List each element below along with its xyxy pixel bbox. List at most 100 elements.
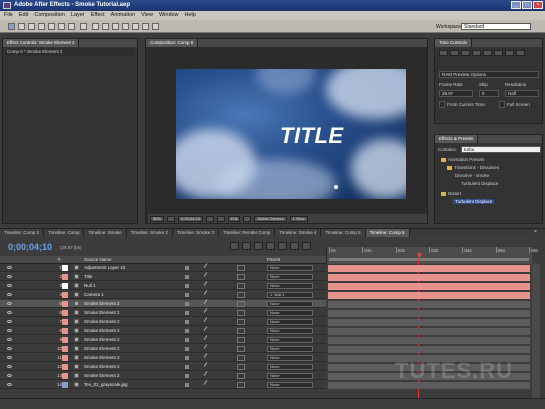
zoom-dropdown[interactable]: 50% bbox=[150, 215, 165, 222]
eye-icon[interactable] bbox=[7, 347, 12, 350]
layer-row[interactable]: 7 Smoke Element 2 None bbox=[0, 317, 545, 326]
quality-switch-icon[interactable] bbox=[203, 344, 208, 349]
eye-icon[interactable] bbox=[7, 293, 12, 296]
menu-view[interactable]: View bbox=[141, 12, 153, 20]
layer-row[interactable]: 3 Null 1 None bbox=[0, 281, 545, 290]
pen-tool-icon[interactable] bbox=[102, 23, 109, 30]
shy-switch-icon[interactable] bbox=[185, 302, 189, 306]
3d-layer-switch[interactable] bbox=[237, 328, 245, 334]
maximize-button[interactable]: □ bbox=[522, 1, 532, 9]
eye-icon[interactable] bbox=[7, 365, 12, 368]
layer-duration-bar[interactable] bbox=[328, 319, 530, 326]
region-of-interest-icon[interactable] bbox=[243, 215, 252, 222]
shy-switch-icon[interactable] bbox=[185, 383, 189, 387]
parent-dropdown[interactable]: None bbox=[267, 310, 313, 316]
3d-layer-switch[interactable] bbox=[237, 319, 245, 325]
effects-search-input[interactable]: turbu bbox=[461, 146, 541, 153]
effects-presets-tab[interactable]: Effects & Presets bbox=[435, 135, 479, 143]
label-color-swatch[interactable] bbox=[62, 373, 68, 379]
parent-dropdown[interactable]: None bbox=[267, 328, 313, 334]
previous-frame-icon[interactable] bbox=[450, 50, 459, 56]
label-color-swatch[interactable] bbox=[62, 346, 68, 352]
eraser-tool-icon[interactable] bbox=[142, 23, 149, 30]
channel-icon[interactable] bbox=[216, 215, 225, 222]
close-button[interactable]: × bbox=[533, 1, 543, 9]
timeline-tab[interactable]: Timeline: Smoke bbox=[84, 229, 127, 237]
tree-turbulent-displace-preset[interactable]: Turbulent Displace bbox=[461, 181, 498, 186]
eye-icon[interactable] bbox=[7, 311, 12, 314]
3d-layer-switch[interactable] bbox=[237, 292, 245, 298]
layer-row[interactable]: 9 Smoke Element 2 None bbox=[0, 335, 545, 344]
comp-mini-flowchart-icon[interactable] bbox=[230, 242, 239, 250]
timeline-tab[interactable]: Timeline: Comp 5 bbox=[321, 229, 366, 237]
timeline-tab[interactable]: Timeline: Smoke 3 bbox=[172, 229, 220, 237]
label-color-swatch[interactable] bbox=[62, 319, 68, 325]
parent-dropdown[interactable]: None bbox=[267, 274, 313, 280]
live-update-icon[interactable] bbox=[242, 242, 251, 250]
type-tool-icon[interactable] bbox=[112, 23, 119, 30]
shy-switch-icon[interactable] bbox=[185, 365, 189, 369]
parent-dropdown[interactable]: 1. Null 1 bbox=[267, 292, 313, 298]
workspace-dropdown[interactable]: Standard bbox=[461, 23, 531, 30]
tree-dissolve-smoke[interactable]: Dissolve - smoke bbox=[455, 173, 489, 178]
eye-icon[interactable] bbox=[7, 356, 12, 359]
parent-dropdown[interactable]: None bbox=[267, 283, 313, 289]
shy-switch-icon[interactable] bbox=[185, 329, 189, 333]
orbit-camera-tool-icon[interactable] bbox=[48, 23, 55, 30]
layer-duration-bar[interactable] bbox=[328, 301, 530, 308]
menu-layer[interactable]: Layer bbox=[71, 12, 85, 20]
timeline-tab-active[interactable]: Timeline: Comp 6 bbox=[365, 229, 410, 237]
layer-name[interactable]: Smoke Element 2 bbox=[84, 364, 120, 369]
clone-stamp-tool-icon[interactable] bbox=[132, 23, 139, 30]
loop-icon[interactable] bbox=[505, 50, 514, 56]
first-frame-icon[interactable] bbox=[439, 50, 448, 56]
quality-switch-icon[interactable] bbox=[203, 281, 208, 286]
menu-file[interactable]: File bbox=[4, 12, 13, 20]
puppet-tool-icon[interactable] bbox=[152, 23, 159, 30]
quality-switch-icon[interactable] bbox=[203, 326, 208, 331]
menu-composition[interactable]: Composition bbox=[34, 12, 65, 20]
layer-name[interactable]: Smoke Element 2 bbox=[84, 337, 120, 342]
layer-name[interactable]: Smoke Element 2 bbox=[84, 355, 120, 360]
menu-animation[interactable]: Animation bbox=[111, 12, 135, 20]
timeline-tab[interactable]: Timeline: Smoke 4 bbox=[275, 229, 322, 237]
label-color-swatch[interactable] bbox=[62, 292, 68, 298]
label-color-swatch[interactable] bbox=[62, 310, 68, 316]
label-color-swatch[interactable] bbox=[62, 364, 68, 370]
eye-icon[interactable] bbox=[7, 302, 12, 305]
track-z-camera-tool-icon[interactable] bbox=[68, 23, 75, 30]
3d-layer-switch[interactable] bbox=[237, 355, 245, 361]
quality-switch-icon[interactable] bbox=[203, 308, 208, 313]
tree-animation-presets[interactable]: Animation Presets bbox=[441, 157, 485, 162]
label-color-swatch[interactable] bbox=[62, 265, 68, 271]
audio-icon[interactable] bbox=[494, 50, 503, 56]
3d-layer-switch[interactable] bbox=[237, 310, 245, 316]
tree-distort[interactable]: Distort bbox=[441, 191, 461, 196]
time-controls-tab[interactable]: Time Controls bbox=[435, 39, 472, 47]
parent-dropdown[interactable]: None bbox=[267, 301, 313, 307]
draft-3d-icon[interactable] bbox=[254, 242, 263, 250]
layer-name[interactable]: Smoke Element 2 bbox=[84, 301, 120, 306]
zoom-tool-icon[interactable] bbox=[28, 23, 35, 30]
layer-name[interactable]: Smoke Element 2 bbox=[84, 373, 120, 378]
ram-preview-options-dropdown[interactable]: RAM Preview Options bbox=[439, 71, 539, 78]
skip-field[interactable]: 0 bbox=[479, 90, 499, 97]
label-color-swatch[interactable] bbox=[62, 337, 68, 343]
frame-blending-icon[interactable] bbox=[278, 242, 287, 250]
rectangle-mask-tool-icon[interactable] bbox=[92, 23, 99, 30]
work-area-bar[interactable] bbox=[329, 258, 529, 261]
eye-icon[interactable] bbox=[7, 383, 12, 386]
active-camera-dropdown[interactable]: Active Camera bbox=[254, 215, 287, 222]
menu-effect[interactable]: Effect bbox=[91, 12, 105, 20]
ram-preview-icon[interactable] bbox=[516, 50, 525, 56]
current-time-display[interactable]: 0;00;04;10 bbox=[8, 242, 52, 252]
menu-help[interactable]: Help bbox=[185, 12, 196, 20]
3d-layer-switch[interactable] bbox=[237, 274, 245, 280]
layer-row[interactable]: 1 Adjustment Layer 10 None bbox=[0, 263, 545, 272]
quality-switch-icon[interactable] bbox=[203, 290, 208, 295]
label-color-swatch[interactable] bbox=[62, 301, 68, 307]
parent-dropdown[interactable]: None bbox=[267, 382, 313, 388]
3d-layer-switch[interactable] bbox=[237, 373, 245, 379]
close-panel-icon[interactable]: × bbox=[534, 229, 542, 236]
quality-switch-icon[interactable] bbox=[203, 272, 208, 277]
